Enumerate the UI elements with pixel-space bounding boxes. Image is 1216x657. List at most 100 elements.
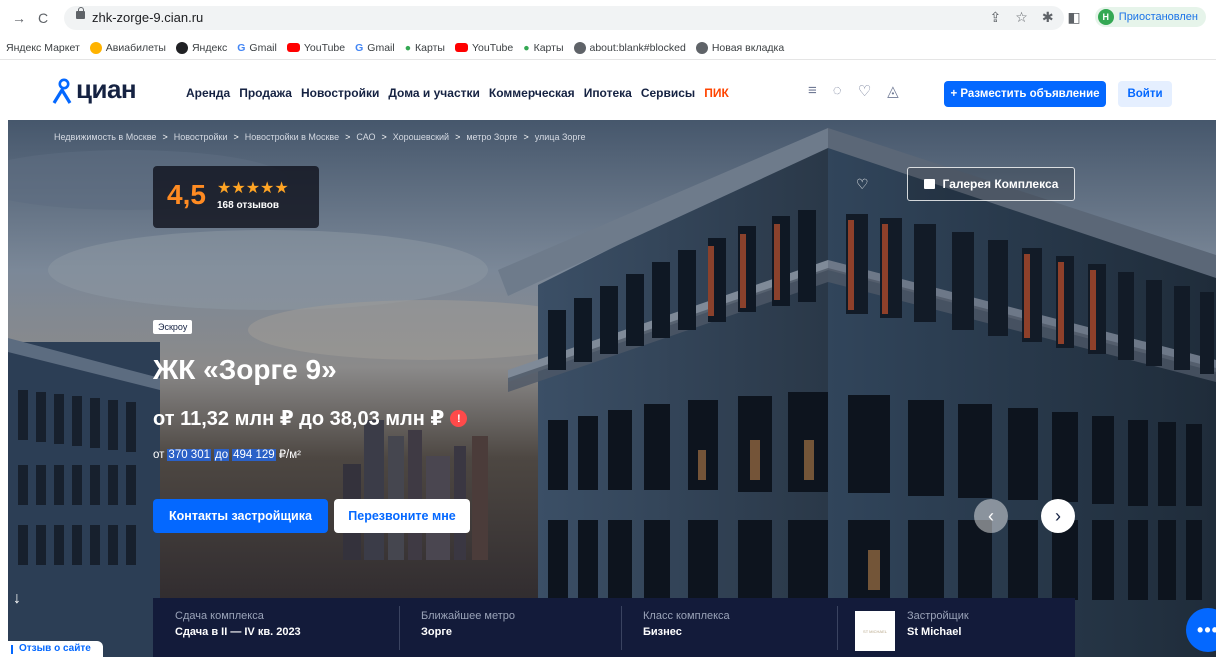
extensions-icon[interactable]: ✱ <box>1042 9 1054 26</box>
breadcrumb-item[interactable]: САО <box>356 132 375 142</box>
reload-icon[interactable]: C <box>38 10 48 26</box>
breadcrumb-item[interactable]: Новостройки <box>174 132 228 142</box>
bookmark-item[interactable]: YouTube <box>454 42 513 54</box>
price-range-text: от 11,32 млн ₽ до 38,03 млн ₽ <box>153 408 445 430</box>
nav-mortgage[interactable]: Ипотека <box>584 86 632 100</box>
carousel-next-button[interactable]: › <box>1041 499 1075 533</box>
info-label: Ближайшее метро <box>421 610 515 622</box>
reviews-count[interactable]: 168 отзывов <box>217 200 279 211</box>
logo-text: циан <box>76 74 137 104</box>
avatar: Н <box>1097 9 1114 25</box>
bookmark-item[interactable]: G Gmail <box>237 42 277 54</box>
info-label: Класс комплекса <box>643 610 730 622</box>
arrow-down-icon[interactable]: ↓ <box>13 590 21 608</box>
warning-icon[interactable]: ! <box>450 410 468 427</box>
carousel-prev-button[interactable]: ‹ <box>974 499 1008 533</box>
forward-icon[interactable]: → <box>12 10 26 26</box>
chevron-right-icon: > <box>523 132 529 142</box>
bookmark-item[interactable]: Авиабилеты <box>89 41 166 54</box>
pik-link[interactable]: ПИК <box>704 86 729 100</box>
hero-banner: Недвижимость в Москве > Новостройки > Ново… <box>8 120 1216 657</box>
address-bar[interactable] <box>64 6 1064 30</box>
price-m2-from: 370 301 <box>167 449 211 461</box>
sidepanel-icon[interactable]: ◧ <box>1068 9 1081 26</box>
divider <box>621 606 622 650</box>
breadcrumb-item[interactable]: Недвижимость в Москве <box>54 132 156 142</box>
bookmark-item[interactable]: Яндекс Маркет <box>6 42 80 54</box>
bookmark-item[interactable]: about:blank#blocked <box>573 41 686 54</box>
cian-logo[interactable]: циан <box>52 74 137 104</box>
gallery-button[interactable]: Галерея Комплекса <box>907 167 1075 201</box>
bookmark-item[interactable]: G Gmail <box>355 42 395 54</box>
maps-pin-icon: ● <box>523 41 530 54</box>
escrow-badge: Эскроу <box>153 320 193 334</box>
info-label: Застройщик <box>907 610 969 622</box>
nav-houses[interactable]: Дома и участки <box>388 86 480 100</box>
chevron-right-icon: > <box>233 132 239 142</box>
info-developer[interactable]: Застройщик St Michael <box>907 610 969 638</box>
bookmarks-bar: Яндекс Маркет Авиабилеты Яндекс G Gmail Y… <box>0 36 1216 60</box>
share-icon[interactable]: ⇪ <box>990 9 1002 26</box>
profile-button[interactable]: Н Приостановлен <box>1094 7 1206 27</box>
bell-icon[interactable]: ◬ <box>887 82 899 100</box>
developer-logo[interactable]: ST MICHAEL <box>855 611 895 651</box>
chevron-right-icon: > <box>381 132 387 142</box>
chat-icon[interactable]: ◌ <box>833 82 842 100</box>
developer-contacts-button[interactable]: Контакты застройщика <box>153 499 328 533</box>
gallery-label: Галерея Комплекса <box>942 177 1059 191</box>
complex-title: ЖК «Зорге 9» <box>153 354 337 385</box>
info-value: St Michael <box>907 626 962 638</box>
complex-info-bar: Сдача комплекса Сдача в II — IV кв. 2023… <box>153 598 1075 657</box>
feedback-tab[interactable]: Отзыв о сайте <box>0 641 103 657</box>
callback-button[interactable]: Перезвоните мне <box>334 499 470 533</box>
price-m2-to: 494 129 <box>232 449 276 461</box>
rating-value: 4,5 <box>167 179 206 210</box>
bookmark-item[interactable]: Новая вкладка <box>695 41 784 54</box>
divider <box>837 606 838 650</box>
chevron-right-icon: > <box>345 132 351 142</box>
nav-sale[interactable]: Продажа <box>239 86 292 100</box>
post-ad-button[interactable]: + Разместить объявление <box>944 81 1106 107</box>
favorites-heart-icon[interactable]: ♡ <box>858 82 871 100</box>
bookmark-item[interactable]: ● Карты <box>523 42 563 54</box>
url-text[interactable]: zhk-zorge-9.cian.ru <box>92 10 203 25</box>
breadcrumb: Недвижимость в Москве > Новостройки > Ново… <box>54 132 585 142</box>
chevron-right-icon: › <box>1055 505 1061 526</box>
nav-services[interactable]: Сервисы <box>641 86 695 100</box>
browser-toolbar: → C zhk-zorge-9.cian.ru ⇪ ☆ ✱ ◧ Н Приост… <box>0 0 1216 36</box>
favorite-heart-icon[interactable]: ♡ <box>856 176 869 193</box>
breadcrumb-item[interactable]: метро Зорге <box>466 132 517 142</box>
more-dots-icon: ••• <box>1197 619 1216 640</box>
bookmark-item[interactable]: YouTube <box>286 42 345 54</box>
info-value: Бизнес <box>643 626 682 638</box>
globe-icon <box>573 41 586 54</box>
yandex-icon <box>175 41 188 54</box>
breadcrumb-item[interactable]: Новостройки в Москве <box>245 132 339 142</box>
chevron-left-icon: ‹ <box>988 505 994 526</box>
globe-icon <box>695 41 708 54</box>
stars-icon: ★★★★★ <box>217 180 289 197</box>
nav-commercial[interactable]: Коммерческая <box>489 86 575 100</box>
price-m2-unit: ₽/м² <box>278 449 301 461</box>
info-class: Класс комплекса Бизнес <box>643 610 730 638</box>
chevron-right-icon: > <box>162 132 168 142</box>
star-icon[interactable]: ☆ <box>1015 9 1028 26</box>
rating-badge[interactable]: 4,5 ★★★★★ 168 отзывов <box>153 166 319 228</box>
bookmark-item[interactable]: Яндекс <box>175 41 227 54</box>
breadcrumb-item[interactable]: Хорошевский <box>393 132 449 142</box>
info-label: Сдача комплекса <box>175 610 264 622</box>
divider <box>399 606 400 650</box>
nav-newbuilds[interactable]: Новостройки <box>301 86 379 100</box>
breadcrumb-item[interactable]: улица Зорге <box>535 132 586 142</box>
bookmark-item[interactable]: ● Карты <box>405 42 445 54</box>
youtube-icon <box>286 43 300 52</box>
info-value: Зорге <box>421 626 453 638</box>
google-icon: G <box>237 41 246 54</box>
from-word: от <box>153 449 165 461</box>
compare-icon[interactable]: ≡ <box>808 82 817 100</box>
youtube-icon <box>454 43 468 52</box>
login-button[interactable]: Войти <box>1118 81 1172 107</box>
nav-rent[interactable]: Аренда <box>186 86 230 100</box>
maps-pin-icon: ● <box>404 41 412 54</box>
site-header: циан Аренда Продажа Новостройки Дома и у… <box>0 60 1216 120</box>
